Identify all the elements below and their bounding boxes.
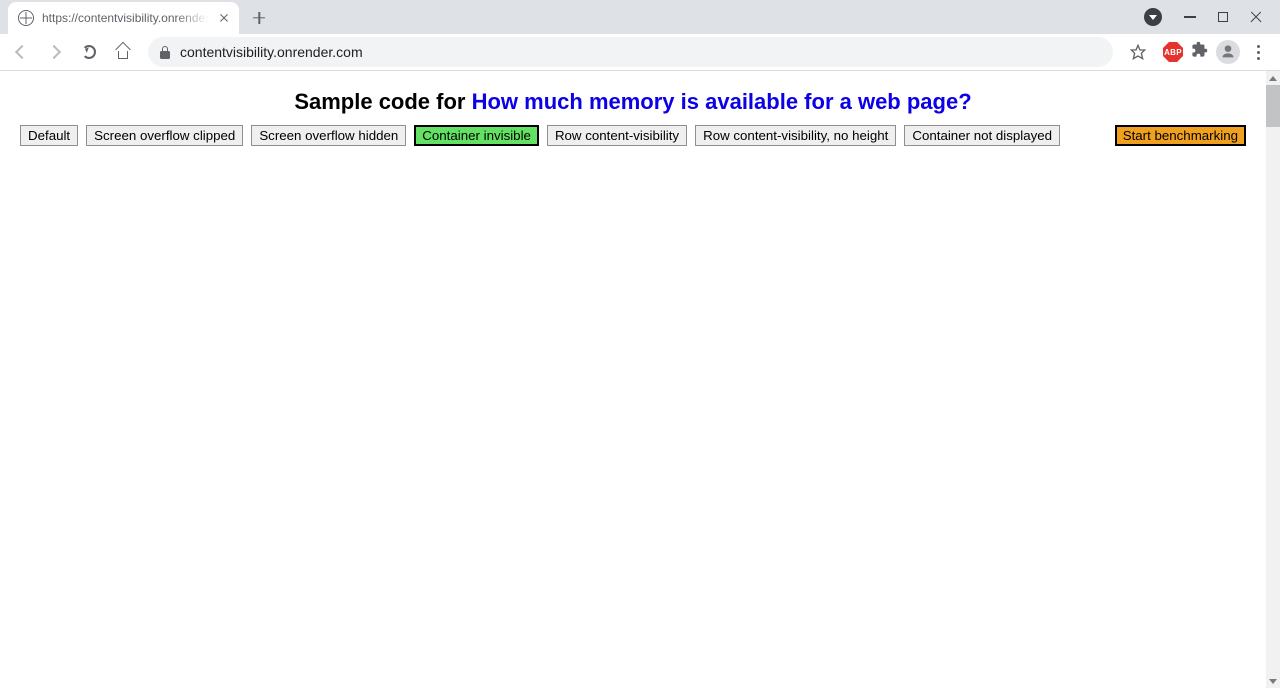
reload-button[interactable]: [74, 37, 104, 67]
option-button-row: Default Screen overflow clipped Screen o…: [20, 125, 1246, 146]
extensions-group: ABP: [1157, 40, 1274, 64]
url-text: contentvisibility.onrender.com: [180, 44, 363, 60]
lock-icon: [160, 46, 170, 59]
minimize-icon[interactable]: [1184, 16, 1196, 17]
bookmark-button[interactable]: [1123, 37, 1153, 67]
home-button[interactable]: [108, 37, 138, 67]
close-tab-icon[interactable]: [217, 11, 231, 25]
address-bar[interactable]: contentvisibility.onrender.com: [148, 37, 1113, 67]
window-close-icon[interactable]: [1250, 11, 1262, 23]
option-container-not-displayed[interactable]: Container not displayed: [904, 125, 1060, 146]
globe-icon: [18, 10, 34, 26]
option-overflow-hidden[interactable]: Screen overflow hidden: [251, 125, 406, 146]
window-controls: [1144, 0, 1280, 34]
arrow-left-icon: [14, 45, 28, 59]
page-viewport: Sample code for How much memory is avail…: [0, 71, 1266, 688]
toolbar: contentvisibility.onrender.com ABP: [0, 34, 1280, 71]
extensions-icon[interactable]: [1191, 41, 1208, 63]
heading-link[interactable]: How much memory is available for a web p…: [472, 89, 972, 114]
browser-tab[interactable]: https://contentvisibility.onrender: [8, 2, 239, 34]
tab-strip: https://contentvisibility.onrender: [0, 0, 1280, 34]
start-benchmarking-button[interactable]: Start benchmarking: [1115, 125, 1246, 146]
profile-avatar[interactable]: [1216, 40, 1240, 64]
new-tab-button[interactable]: [245, 4, 273, 32]
browser-menu-button[interactable]: [1248, 45, 1268, 60]
back-button[interactable]: [6, 37, 36, 67]
option-default[interactable]: Default: [20, 125, 78, 146]
plus-icon: [253, 12, 265, 24]
scroll-up-button[interactable]: [1266, 71, 1280, 85]
maximize-icon[interactable]: [1218, 12, 1228, 22]
scroll-thumb[interactable]: [1266, 85, 1280, 127]
star-icon: [1130, 44, 1146, 60]
page-heading: Sample code for How much memory is avail…: [20, 89, 1246, 115]
heading-prefix: Sample code for: [294, 89, 471, 114]
account-badge-icon[interactable]: [1144, 8, 1162, 26]
option-row-content-visibility[interactable]: Row content-visibility: [547, 125, 687, 146]
option-container-invisible[interactable]: Container invisible: [414, 125, 539, 146]
reload-icon: [82, 45, 96, 59]
option-overflow-clipped[interactable]: Screen overflow clipped: [86, 125, 243, 146]
chevron-up-icon: [1269, 76, 1277, 81]
forward-button[interactable]: [40, 37, 70, 67]
page-content: Sample code for How much memory is avail…: [0, 71, 1266, 158]
arrow-right-icon: [48, 45, 62, 59]
chevron-down-icon: [1269, 679, 1277, 684]
tab-title: https://contentvisibility.onrender: [42, 11, 209, 25]
vertical-scrollbar[interactable]: [1266, 71, 1280, 688]
home-icon: [116, 45, 130, 59]
abp-extension-icon[interactable]: ABP: [1163, 42, 1183, 62]
scroll-down-button[interactable]: [1266, 674, 1280, 688]
option-row-content-visibility-no-height[interactable]: Row content-visibility, no height: [695, 125, 896, 146]
